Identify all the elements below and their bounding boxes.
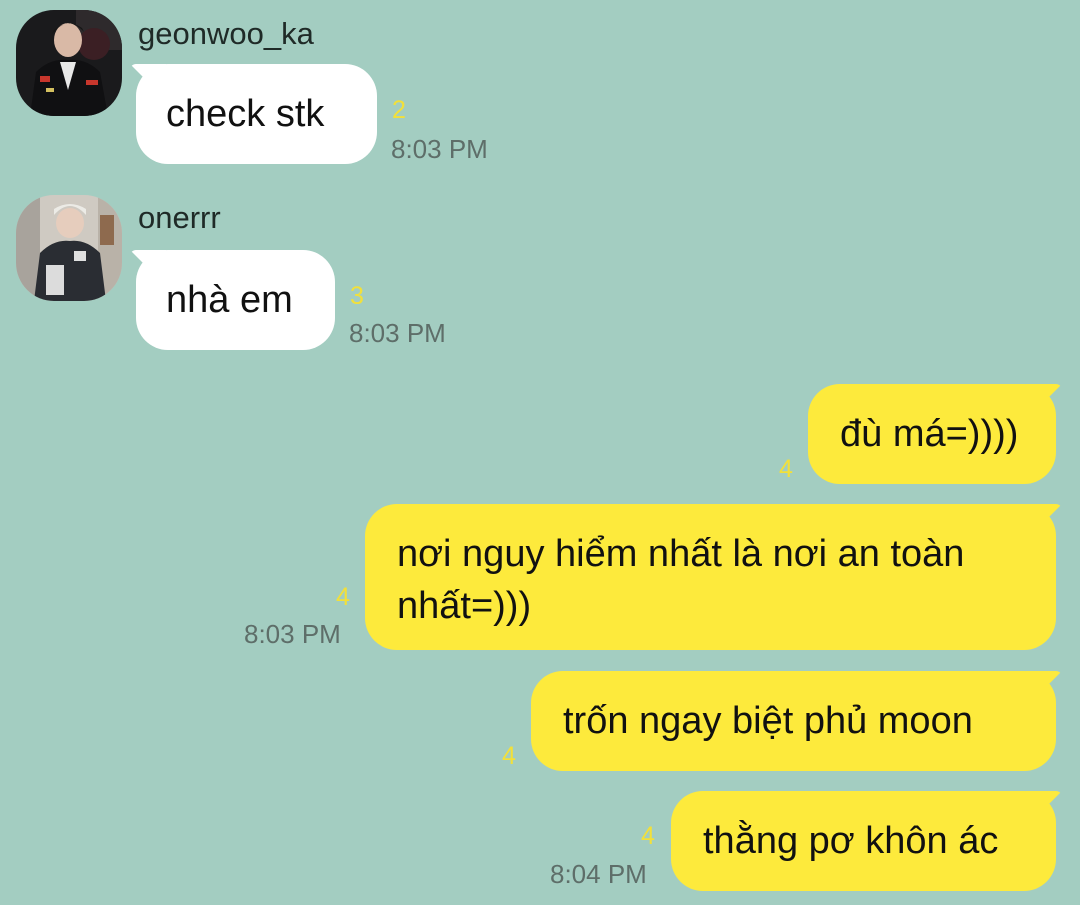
message-text: nơi nguy hiểm nhất là nơi an toàn nhất=)…: [397, 533, 965, 627]
message-bubble[interactable]: thằng pơ khôn ác: [671, 791, 1056, 891]
message-text: check stk: [166, 93, 325, 135]
unread-count: 4: [336, 583, 350, 611]
message-time: 8:03 PM: [391, 134, 488, 164]
sender-name: geonwoo_ka: [138, 16, 314, 51]
message-text: nhà em: [166, 279, 293, 321]
message-time: 8:04 PM: [550, 859, 647, 889]
avatar[interactable]: [16, 195, 122, 301]
message-bubble[interactable]: trốn ngay biệt phủ moon: [531, 671, 1056, 771]
message-bubble[interactable]: nhà em: [136, 250, 335, 350]
message-text: đù má=)))): [840, 413, 1019, 455]
profile-photo-icon: [16, 195, 122, 301]
sender-name: onerrr: [138, 200, 221, 235]
message-time: 8:03 PM: [349, 318, 446, 348]
chat-area: geonwoo_ka check stk 2 8:03 PM onerrr nh…: [0, 0, 1080, 905]
unread-count: 2: [392, 96, 406, 124]
unread-count: 3: [350, 282, 364, 310]
message-bubble[interactable]: nơi nguy hiểm nhất là nơi an toàn nhất=)…: [365, 504, 1056, 650]
avatar[interactable]: [16, 10, 122, 116]
unread-count: 4: [779, 455, 793, 483]
profile-photo-icon: [16, 10, 122, 116]
message-text: trốn ngay biệt phủ moon: [563, 700, 973, 742]
unread-count: 4: [502, 742, 516, 770]
message-bubble[interactable]: check stk: [136, 64, 377, 164]
unread-count: 4: [641, 822, 655, 850]
message-text: thằng pơ khôn ác: [703, 820, 999, 862]
message-time: 8:03 PM: [244, 619, 341, 649]
message-bubble[interactable]: đù má=)))): [808, 384, 1056, 484]
